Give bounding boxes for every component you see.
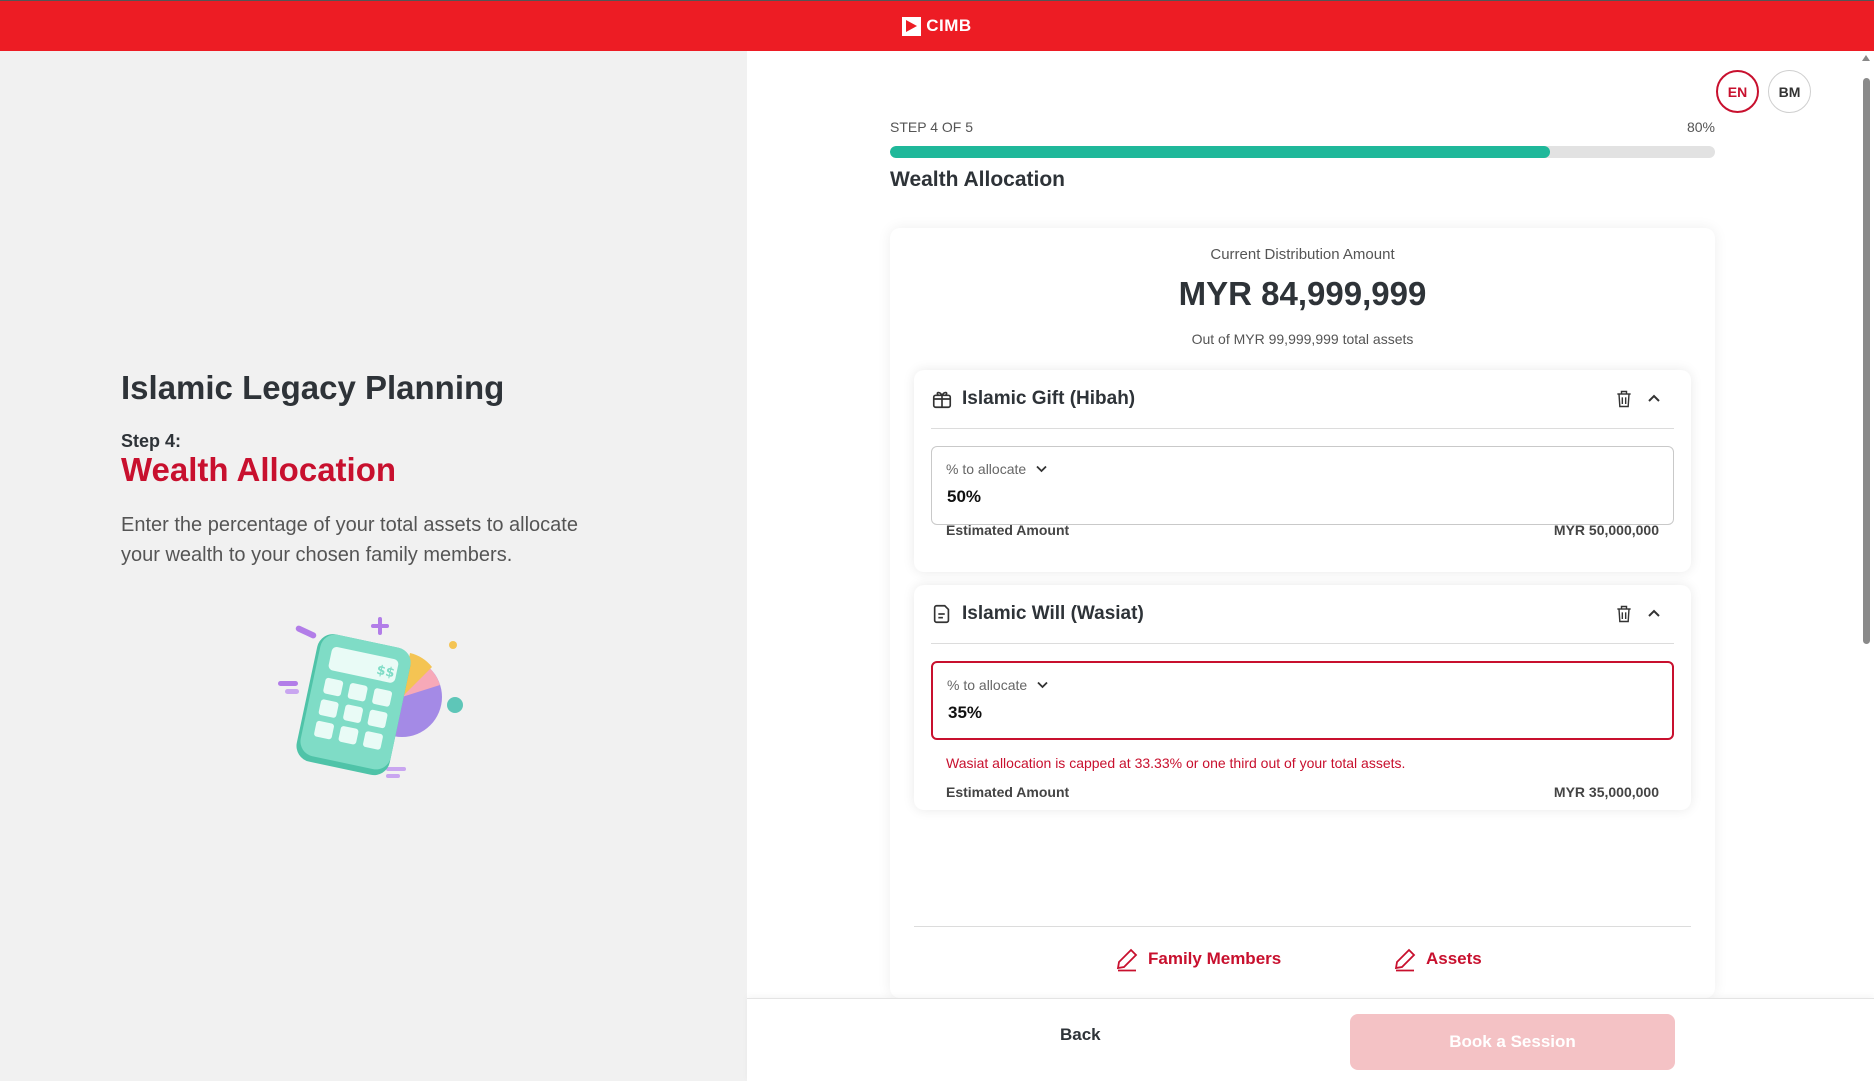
step-title: Wealth Allocation <box>121 451 397 488</box>
hibah-percent-label-text: % to allocate <box>946 461 1027 477</box>
wasiat-card: Islamic Will (Wasiat) % to allocate 35% … <box>914 585 1691 810</box>
info-panel: Islamic Legacy Planning Step 4: Wealth A… <box>0 51 747 1081</box>
hibah-estimated-label: Estimated Amount <box>946 522 1070 538</box>
footer-bar: Back Book a Session <box>747 998 1874 1081</box>
gift-icon <box>932 391 952 409</box>
chevron-up-icon[interactable] <box>1646 391 1662 407</box>
hibah-estimated-value: MYR 50,000,000 <box>1553 522 1659 538</box>
divider <box>914 926 1691 927</box>
step-description: Enter the percentage of your total asset… <box>121 514 578 566</box>
progress-percent-text: 80% <box>1686 119 1715 135</box>
edit-assets-label: Assets <box>1426 949 1482 968</box>
wasiat-percent-value[interactable]: 35% <box>948 703 982 723</box>
calculator-illustration-icon: $$ <box>278 617 463 778</box>
wasiat-title: Islamic Will (Wasiat) <box>962 603 1144 624</box>
chevron-down-icon[interactable] <box>1036 465 1047 473</box>
book-session-button[interactable]: Book a Session <box>1350 1014 1675 1070</box>
pencil-icon <box>1116 948 1138 972</box>
wasiat-percent-field[interactable]: % to allocate 35% <box>931 661 1674 740</box>
progress-bar <box>890 146 1715 158</box>
wasiat-estimated-label: Estimated Amount <box>946 784 1070 800</box>
edit-assets-link[interactable]: Assets <box>1392 946 1482 972</box>
scrollbar-thumb[interactable] <box>1863 78 1870 644</box>
chevron-down-icon[interactable] <box>1037 681 1048 689</box>
wasiat-estimated-value: MYR 35,000,000 <box>1553 784 1659 800</box>
edit-family-members-link[interactable]: Family Members <box>1114 946 1281 972</box>
hibah-percent-label: % to allocate <box>946 461 1047 477</box>
form-panel: EN BM STEP 4 OF 5 80% Wealth Allocation … <box>747 51 1874 1081</box>
wasiat-estimated-row: Estimated Amount MYR 35,000,000 <box>946 784 1659 800</box>
back-button[interactable]: Back <box>1060 1025 1101 1045</box>
distribution-label: Current Distribution Amount <box>1210 246 1395 263</box>
distribution-amount: MYR 84,999,999 <box>1178 275 1427 312</box>
hibah-card: Islamic Gift (Hibah) % to allocate 50% E… <box>914 370 1691 572</box>
language-bm-button[interactable]: BM <box>1768 70 1811 113</box>
cimb-logo-icon <box>902 16 922 36</box>
wasiat-card-header[interactable]: Islamic Will (Wasiat) <box>931 585 1674 644</box>
scrollbar[interactable] <box>1859 51 1874 998</box>
wasiat-percent-label-text: % to allocate <box>947 677 1028 693</box>
hibah-percent-field[interactable]: % to allocate 50% <box>931 446 1674 525</box>
progress-header: STEP 4 OF 5 80% <box>890 119 1715 135</box>
scroll-up-icon[interactable] <box>1862 55 1870 61</box>
pencil-icon <box>1394 948 1416 972</box>
page-title: Islamic Legacy Planning <box>121 369 505 406</box>
progress-step-text: STEP 4 OF 5 <box>890 119 973 135</box>
trash-icon[interactable] <box>1614 603 1634 625</box>
brand-name: CIMB <box>926 16 972 35</box>
progress-bar-fill <box>890 146 1550 158</box>
allocation-card: Current Distribution Amount MYR 84,999,9… <box>890 228 1715 998</box>
cimb-logo[interactable]: CIMB <box>902 16 971 36</box>
chevron-up-icon[interactable] <box>1646 606 1662 622</box>
hibah-card-header[interactable]: Islamic Gift (Hibah) <box>931 370 1674 429</box>
wasiat-percent-label: % to allocate <box>947 677 1048 693</box>
hibah-estimated-row: Estimated Amount MYR 50,000,000 <box>946 522 1659 538</box>
language-en-button[interactable]: EN <box>1716 70 1759 113</box>
hibah-title: Islamic Gift (Hibah) <box>962 388 1136 409</box>
hibah-percent-value[interactable]: 50% <box>947 487 981 507</box>
document-icon <box>933 604 950 624</box>
section-title: Wealth Allocation <box>890 168 1066 191</box>
distribution-subtitle: Out of MYR 99,999,999 total assets <box>1191 331 1414 347</box>
edit-family-members-label: Family Members <box>1148 949 1282 968</box>
step-label: Step 4: <box>121 431 182 451</box>
trash-icon[interactable] <box>1614 388 1634 410</box>
wasiat-error-message: Wasiat allocation is capped at 33.33% or… <box>946 755 1406 771</box>
top-bar: CIMB <box>0 0 1874 51</box>
